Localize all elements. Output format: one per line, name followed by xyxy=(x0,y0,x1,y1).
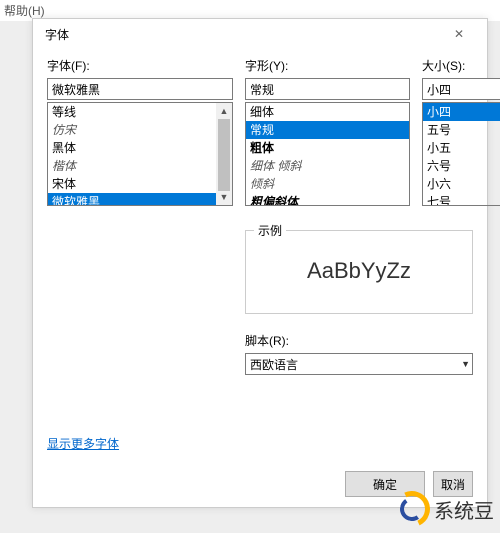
scroll-thumb[interactable] xyxy=(218,119,230,191)
font-column: 字体(F): 等线 仿宋 黑体 楷体 宋体 微软雅黑 新宋体 ▲ xyxy=(47,57,233,206)
style-item[interactable]: 倾斜 xyxy=(246,175,409,193)
close-button[interactable]: ✕ xyxy=(439,20,479,48)
font-item[interactable]: 楷体 xyxy=(48,157,216,175)
size-item-selected[interactable]: 小四 xyxy=(423,103,500,121)
script-row: 脚本(R): 西欧语言 ▼ xyxy=(245,332,473,375)
titlebar: 字体 ✕ xyxy=(33,19,487,49)
script-combo[interactable]: 西欧语言 ▼ xyxy=(245,353,473,375)
font-dialog: 字体 ✕ 字体(F): 等线 仿宋 黑体 楷体 宋体 微软雅黑 新宋体 xyxy=(32,18,488,508)
size-item[interactable]: 小六 xyxy=(423,175,500,193)
font-item[interactable]: 等线 xyxy=(48,103,216,121)
watermark-logo-icon xyxy=(394,491,430,527)
watermark-text: 系统豆 xyxy=(434,495,494,524)
dialog-title: 字体 xyxy=(45,26,69,43)
more-fonts-link[interactable]: 显示更多字体 xyxy=(47,435,119,452)
font-item[interactable]: 黑体 xyxy=(48,139,216,157)
style-item[interactable]: 细体 xyxy=(246,103,409,121)
style-item[interactable]: 细体 倾斜 xyxy=(246,157,409,175)
chevron-down-icon: ▼ xyxy=(461,359,470,369)
style-label: 字形(Y): xyxy=(245,57,410,74)
size-listbox[interactable]: 小四 五号 小五 六号 小六 七号 八号 ▲ ▼ xyxy=(422,102,500,206)
top-row: 字体(F): 等线 仿宋 黑体 楷体 宋体 微软雅黑 新宋体 ▲ xyxy=(47,57,473,206)
font-item[interactable]: 宋体 xyxy=(48,175,216,193)
script-value: 西欧语言 xyxy=(250,356,298,373)
scroll-down-icon[interactable]: ▼ xyxy=(216,189,232,205)
style-listbox[interactable]: 细体 常规 粗体 细体 倾斜 倾斜 粗偏斜体 xyxy=(245,102,410,206)
font-input[interactable] xyxy=(47,78,233,100)
size-input[interactable] xyxy=(422,78,500,100)
font-list-scrollbar[interactable]: ▲ ▼ xyxy=(216,103,232,205)
size-item[interactable]: 六号 xyxy=(423,157,500,175)
font-item-selected[interactable]: 微软雅黑 xyxy=(48,193,216,205)
font-item[interactable]: 仿宋 xyxy=(48,121,216,139)
sample-legend: 示例 xyxy=(254,222,286,239)
font-label: 字体(F): xyxy=(47,57,233,74)
size-label: 大小(S): xyxy=(422,57,500,74)
help-menu[interactable]: 帮助(H) xyxy=(4,4,45,18)
style-item-selected[interactable]: 常规 xyxy=(246,121,409,139)
style-input[interactable] xyxy=(245,78,410,100)
font-listbox[interactable]: 等线 仿宋 黑体 楷体 宋体 微软雅黑 新宋体 ▲ ▼ xyxy=(47,102,233,206)
size-column: 大小(S): 小四 五号 小五 六号 小六 七号 八号 ▲ xyxy=(422,57,500,206)
size-item[interactable]: 七号 xyxy=(423,193,500,205)
watermark: 系统豆 xyxy=(394,491,494,527)
size-item[interactable]: 小五 xyxy=(423,139,500,157)
dialog-body: 字体(F): 等线 仿宋 黑体 楷体 宋体 微软雅黑 新宋体 ▲ xyxy=(33,49,487,452)
scroll-up-icon[interactable]: ▲ xyxy=(216,103,232,119)
sample-text: AaBbYyZz xyxy=(258,243,460,299)
style-column: 字形(Y): 细体 常规 粗体 细体 倾斜 倾斜 粗偏斜体 xyxy=(245,57,410,206)
size-item[interactable]: 五号 xyxy=(423,121,500,139)
sample-groupbox: 示例 AaBbYyZz xyxy=(245,230,473,314)
style-item[interactable]: 粗偏斜体 xyxy=(246,193,409,205)
close-icon: ✕ xyxy=(454,27,464,41)
script-label: 脚本(R): xyxy=(245,332,473,349)
style-item[interactable]: 粗体 xyxy=(246,139,409,157)
